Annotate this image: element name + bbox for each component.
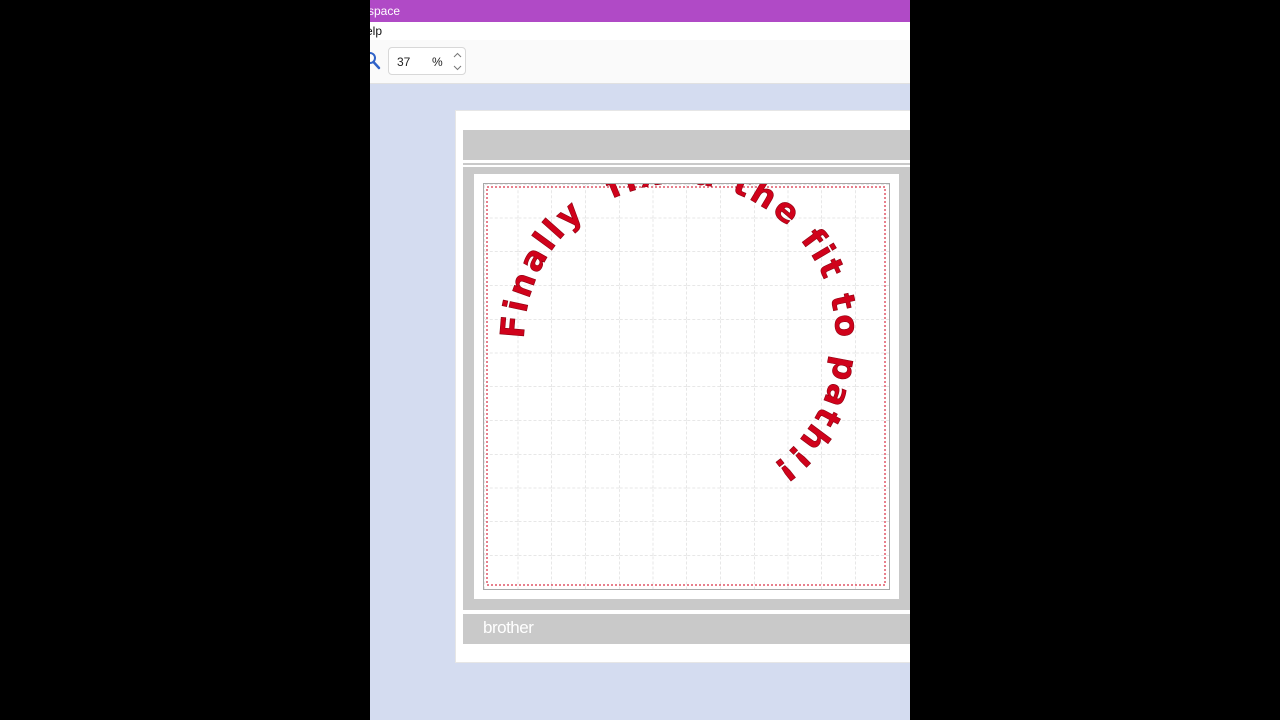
design-canvas[interactable]: Finally fixed the fit to path!!! [484, 184, 889, 589]
mat-grid[interactable]: Finally fixed the fit to path!!! [483, 183, 890, 590]
mat-bottom-bar: brother [463, 614, 910, 644]
window-title: space [370, 4, 401, 18]
app-window: space elp 37 % [370, 0, 910, 720]
brother-logo: brother [483, 618, 534, 637]
toolbar: 37 % [370, 40, 910, 84]
chevron-down-icon[interactable] [450, 62, 464, 74]
mat-divider [463, 163, 910, 165]
zoom-value[interactable]: 37 [397, 55, 410, 69]
zoom-input[interactable]: 37 % [388, 47, 466, 75]
mat-inner: Finally fixed the fit to path!!! [474, 174, 899, 599]
menu-bar: elp [370, 22, 910, 40]
magnifier-icon[interactable] [370, 51, 382, 71]
title-bar: space [370, 0, 910, 22]
zoom-unit: % [432, 55, 443, 69]
chevron-up-icon[interactable] [450, 49, 464, 61]
mat-frame: Finally fixed the fit to path!!! [463, 167, 910, 610]
cutting-mat: Finally fixed the fit to path!!! brother [455, 110, 910, 663]
menu-help[interactable]: elp [370, 22, 382, 40]
mat-top-bar [463, 130, 910, 160]
